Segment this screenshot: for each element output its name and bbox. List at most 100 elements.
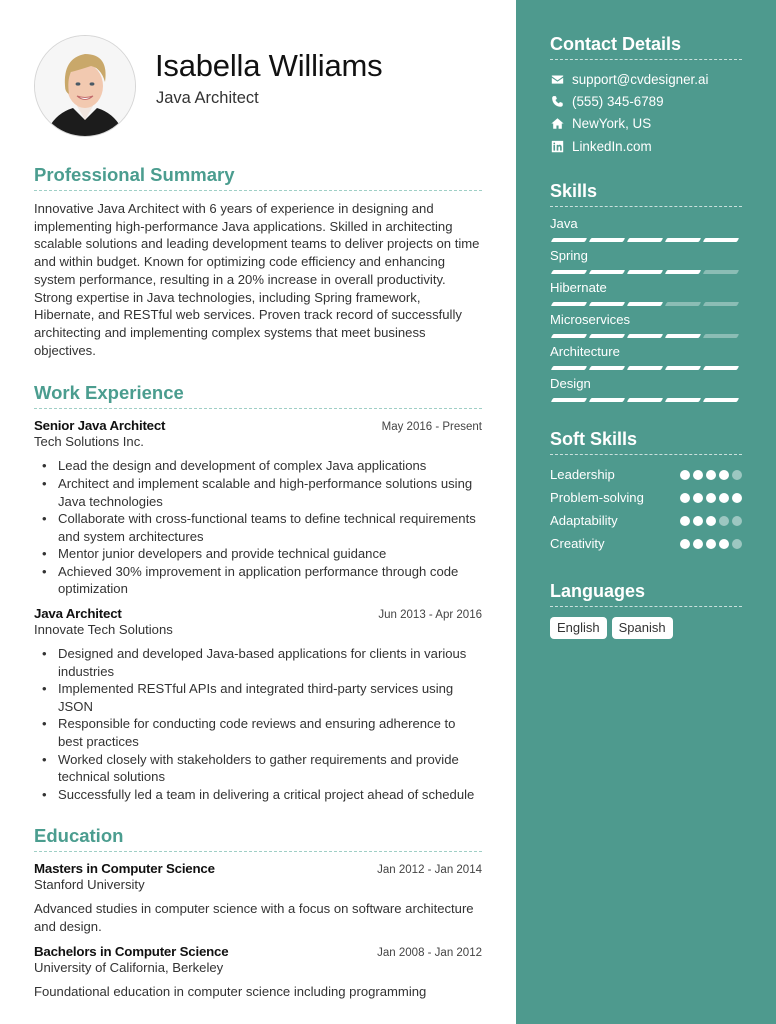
job-role: Senior Java Architect [34,418,166,434]
candidate-title: Java Architect [156,89,259,107]
skill-segment-empty [664,301,702,306]
skill-segment-filled [626,333,664,338]
education-header: Masters in Computer Science Jan 2012 - J… [34,861,482,876]
job-dates: May 2016 - Present [381,421,482,434]
skill-segment-filled [664,397,702,402]
resume-header: Isabella Williams Java Architect [0,0,482,160]
soft-skill-name: Problem-solving [550,490,644,506]
rating-dot-filled [680,492,690,503]
skill-item: Hibernate [550,279,742,311]
job-bullet: Successfully led a team in delivering a … [34,786,482,804]
job-entry: Senior Java Architect May 2016 - Present… [34,418,482,598]
contact-email[interactable]: support@cvdesigner.ai [550,68,742,90]
skill-segment-filled [550,397,588,402]
languages-heading: Languages [550,581,742,608]
education-heading: Education [34,825,482,853]
soft-skill-name: Adaptability [550,513,618,529]
skill-name: Architecture [550,344,620,360]
contact-phone[interactable]: (555) 345-6789 [550,90,742,112]
skill-segment-filled [626,397,664,402]
rating-dot-filled [706,538,716,549]
skill-segment-filled [550,301,588,306]
skill-segment-filled [550,365,588,370]
skill-segment-filled [702,237,740,242]
envelope-icon [550,73,565,86]
education-entry: Masters in Computer Science Jan 2012 - J… [34,861,482,935]
skill-segment-empty [702,333,740,338]
resume-page: Isabella Williams Java Architect Profess… [0,0,776,1024]
contact-section: Contact Details support@cvdesigner.ai (5… [550,0,742,157]
soft-skill-rating [680,469,742,480]
phone-icon [550,95,565,108]
skill-segment-filled [664,269,702,274]
contact-heading: Contact Details [550,34,742,60]
education-dates: Jan 2012 - Jan 2014 [377,864,482,877]
job-bullets: Designed and developed Java-based applic… [34,645,482,803]
skills-list: Java Spring Hibernate Microservices Architec… [550,215,742,407]
rating-dot-filled [693,492,703,503]
job-bullet: Architect and implement scalable and hig… [34,475,482,510]
skill-level-bar [550,264,742,279]
job-bullet: Lead the design and development of compl… [34,457,482,475]
job-company: Tech Solutions Inc. [34,434,144,450]
skill-segment-filled [550,333,588,338]
job-company: Innovate Tech Solutions [34,622,173,638]
skill-segment-filled [550,269,588,274]
education-section: Education Masters in Computer Science Ja… [34,825,482,1000]
job-entry: Java Architect Jun 2013 - Apr 2016 Innov… [34,606,482,803]
soft-skill-rating [680,538,742,549]
skill-segment-filled [588,301,626,306]
soft-skills-section: Soft Skills Leadership Problem-solving Ada… [550,429,742,555]
skill-name: Java [550,216,578,232]
education-school: University of California, Berkeley [34,959,224,975]
education-dates: Jan 2008 - Jan 2012 [377,946,482,959]
skill-item: Java [550,215,742,247]
education-header: Bachelors in Computer Science Jan 2008 -… [34,944,482,959]
soft-skill-rating [680,515,742,526]
skill-segment-filled [588,397,626,402]
job-bullet: Designed and developed Java-based applic… [34,645,482,680]
profile-photo-icon [35,36,135,136]
main-column: Isabella Williams Java Architect Profess… [0,0,516,1024]
rating-dot-filled [706,492,716,503]
rating-dot-filled [719,538,729,549]
contact-linkedin-text: LinkedIn.com [572,138,652,154]
job-header: Senior Java Architect May 2016 - Present [34,418,482,433]
rating-dot-filled [680,469,690,480]
language-chip: English [550,617,607,640]
candidate-name: Isabella Williams [155,48,383,83]
education-entry: Bachelors in Computer Science Jan 2008 -… [34,944,482,1001]
skill-segment-filled [626,269,664,274]
soft-skills-heading: Soft Skills [550,429,742,456]
education-description: Foundational education in computer scien… [34,983,427,999]
skill-segment-filled [702,365,740,370]
skill-name: Microservices [550,312,631,328]
skill-item: Design [550,375,742,407]
summary-section: Professional Summary Innovative Java Arc… [34,164,482,359]
languages-list: English Spanish [550,617,742,640]
job-bullet: Mentor junior developers and provide tec… [34,545,482,563]
job-bullet: Achieved 30% improvement in application … [34,563,482,598]
education-degree: Masters in Computer Science [34,861,215,877]
skill-level-bar [550,232,742,247]
rating-dot-empty [732,469,742,480]
skill-level-bar [550,360,742,375]
home-icon [550,117,565,130]
summary-text: Innovative Java Architect with 6 years o… [34,201,480,358]
skill-segment-filled [588,365,626,370]
rating-dot-empty [732,538,742,549]
linkedin-icon [550,140,565,153]
skill-segment-filled [702,397,740,402]
contact-linkedin[interactable]: LinkedIn.com [550,135,742,157]
contact-location: NewYork, US [550,113,742,135]
skill-segment-filled [664,237,702,242]
skills-heading: Skills [550,181,742,208]
soft-skill-item: Leadership [550,463,742,486]
skill-segment-filled [626,301,664,306]
rating-dot-filled [719,469,729,480]
skills-section: Skills Java Spring Hibernate Microservices A… [550,181,742,407]
skill-segment-empty [702,269,740,274]
skill-segment-filled [550,237,588,242]
skill-segment-filled [664,365,702,370]
rating-dot-empty [719,515,729,526]
